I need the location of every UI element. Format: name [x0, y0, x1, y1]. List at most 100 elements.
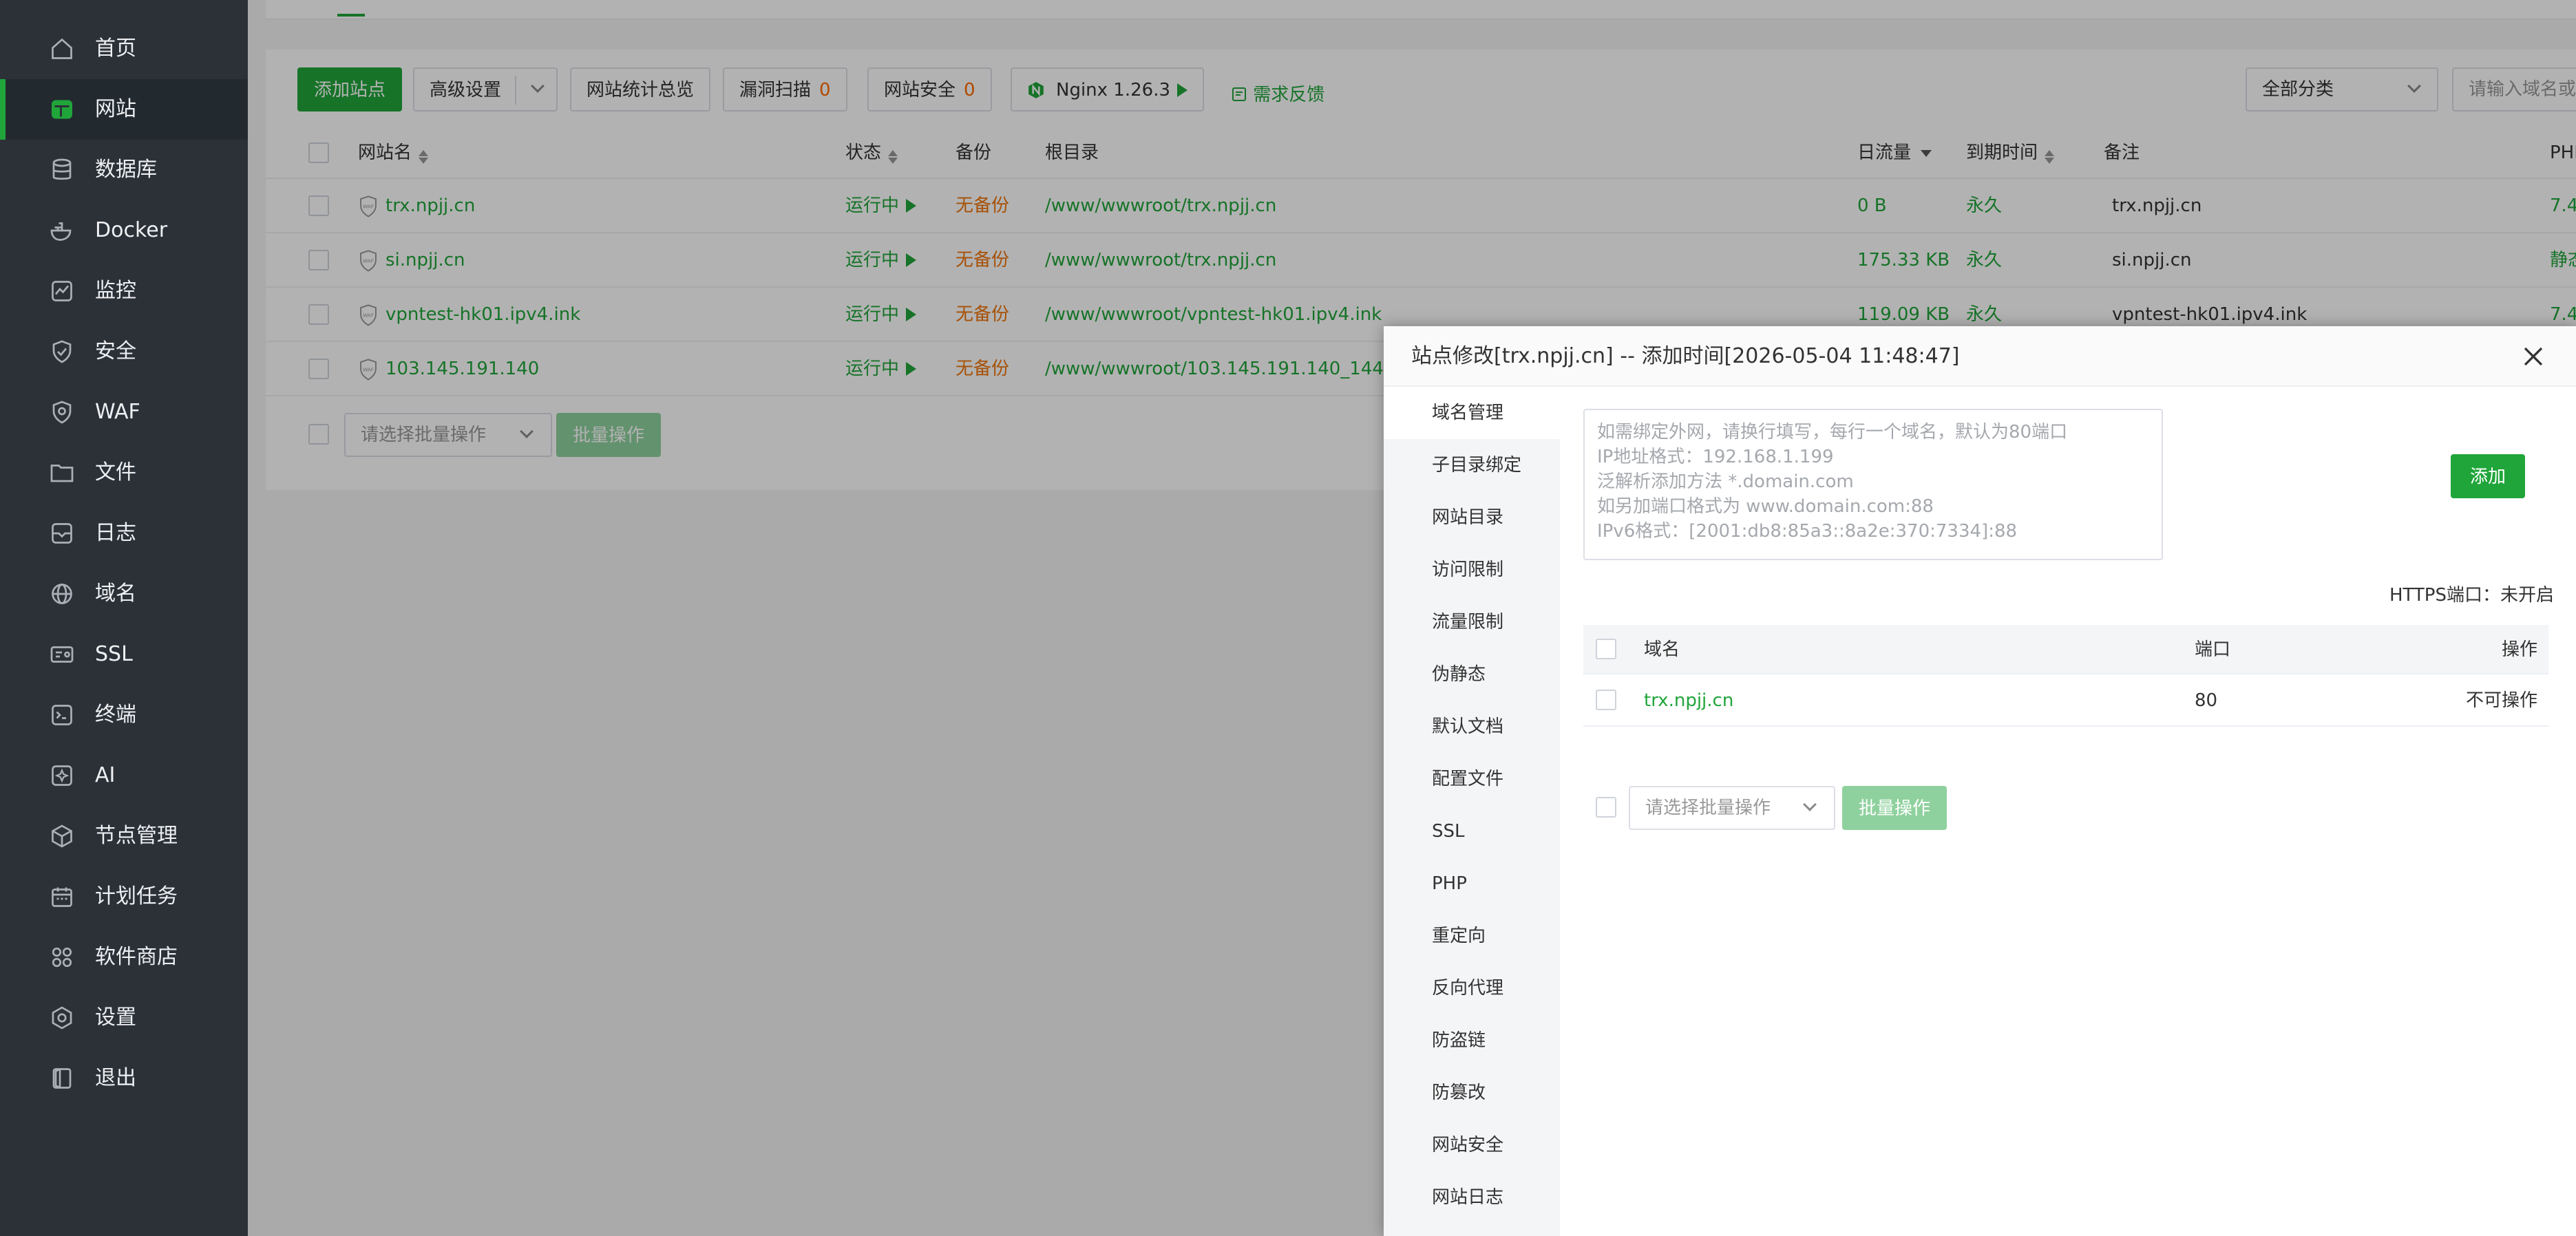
site-edit-dialog: 站点修改[trx.npjj.cn] -- 添加时间[2026-05-04 11:…	[1384, 326, 2576, 1236]
textarea-hint-line: 如另加端口格式为 www.domain.com:88	[1597, 496, 1934, 517]
sidebar-item-label: 网站	[95, 97, 136, 121]
sidebar-item-label: 数据库	[95, 158, 157, 182]
domain-link[interactable]: trx.npjj.cn	[1644, 674, 1733, 727]
sidebar-item-label: 退出	[95, 1066, 136, 1090]
menu-item-site-security[interactable]: 网站安全	[1384, 1119, 1560, 1171]
menu-item-reverse-proxy[interactable]: 反向代理	[1384, 962, 1560, 1014]
docker-icon	[50, 222, 72, 241]
sidebar-item-store[interactable]: 软件商店	[0, 927, 248, 988]
terminal-icon	[52, 705, 72, 725]
domain-row-checkbox[interactable]	[1596, 690, 1616, 710]
domain-port: 80	[2195, 690, 2218, 711]
menu-item-ssl[interactable]: SSL	[1384, 805, 1560, 857]
table-row: trx.npjj.cn 80 不可操作	[1583, 674, 2548, 727]
sidebar-item-label: SSL	[95, 642, 133, 666]
sidebar-item-docker[interactable]: Docker	[0, 200, 248, 261]
domain-batch-checkbox[interactable]	[1596, 797, 1616, 818]
website-icon	[52, 100, 72, 119]
sidebar-item-logout[interactable]: 退出	[0, 1048, 248, 1109]
sidebar-item-label: 首页	[95, 36, 136, 61]
textarea-hint-line: IP地址格式：192.168.1.199	[1597, 447, 1834, 467]
sidebar-item-label: 终端	[95, 703, 136, 727]
folder-icon	[50, 465, 74, 482]
shield-icon	[52, 340, 72, 363]
sidebar-item-label: 监控	[95, 279, 136, 303]
home-icon	[52, 38, 72, 59]
database-icon	[52, 158, 72, 180]
domain-action: 不可操作	[2465, 690, 2537, 711]
add-domain-button[interactable]: 添加	[2451, 454, 2526, 498]
menu-item-domain[interactable]: 域名管理	[1384, 387, 1560, 439]
textarea-hint-line: 泛解析添加方法 *.domain.com	[1597, 471, 1854, 492]
sidebar-item-ssl[interactable]: SSL	[0, 624, 248, 685]
sidebar-item-label: 日志	[95, 521, 136, 545]
menu-item-site-logs[interactable]: 网站日志	[1384, 1171, 1560, 1224]
menu-item-php[interactable]: PHP	[1384, 857, 1560, 910]
sidebar-item-logs[interactable]: 日志	[0, 503, 248, 564]
domain-batch-placeholder: 请选择批量操作	[1645, 798, 1771, 818]
dialog-header: 站点修改[trx.npjj.cn] -- 添加时间[2026-05-04 11:…	[1384, 326, 2576, 387]
sidebar-item-ai[interactable]: AI	[0, 745, 248, 806]
ssl-icon	[50, 646, 74, 663]
menu-item-tamper-proof[interactable]: 防篡改	[1384, 1067, 1560, 1119]
menu-item-default-doc[interactable]: 默认文档	[1384, 701, 1560, 753]
sidebar-item-label: 节点管理	[95, 824, 178, 848]
menu-item-traffic-limit[interactable]: 流量限制	[1384, 596, 1560, 648]
sidebar-item-label: Docker	[95, 218, 168, 242]
sidebar-item-label: 安全	[95, 339, 136, 363]
waf-icon	[52, 401, 72, 424]
sidebar-item-website[interactable]: 网站	[0, 79, 248, 140]
sidebar-item-waf[interactable]: WAF	[0, 382, 248, 443]
domain-textarea[interactable]: 如需绑定外网，请换行填写，每行一个域名，默认为80端口 IP地址格式：192.1…	[1583, 409, 2163, 560]
https-port-status: HTTPS端口：未开启	[2389, 585, 2554, 606]
monitor-icon	[52, 281, 72, 301]
domain-batch-button[interactable]: 批量操作	[1842, 786, 1947, 830]
textarea-hint-line: 如需绑定外网，请换行填写，每行一个域名，默认为80端口	[1597, 422, 2068, 443]
sidebar-item-nodes[interactable]: 节点管理	[0, 806, 248, 866]
sidebar-item-security[interactable]: 安全	[0, 321, 248, 382]
menu-item-hotlink[interactable]: 防盗链	[1384, 1014, 1560, 1067]
sidebar-item-domains[interactable]: 域名	[0, 564, 248, 624]
domain-select-all-checkbox[interactable]	[1596, 639, 1616, 659]
logout-icon	[52, 1068, 72, 1089]
sidebar-item-label: 软件商店	[95, 945, 178, 969]
sidebar-item-label: 文件	[95, 460, 136, 484]
sidebar-item-monitor[interactable]: 监控	[0, 261, 248, 321]
node-icon	[52, 824, 72, 848]
sidebar-item-label: 域名	[95, 582, 136, 606]
ai-icon	[52, 765, 72, 786]
domain-management-panel: 如需绑定外网，请换行填写，每行一个域名，默认为80端口 IP地址格式：192.1…	[1560, 387, 2576, 1236]
sidebar: 首页 网站 数据库 Docker 监控 安全 WAF 文件 日志 域名 SSL	[0, 0, 248, 1236]
sidebar-item-database[interactable]: 数据库	[0, 140, 248, 200]
sidebar-item-label: WAF	[95, 400, 140, 424]
sidebar-item-label: 计划任务	[95, 884, 178, 908]
menu-item-site-dir[interactable]: 网站目录	[1384, 491, 1560, 544]
dialog-menu: 域名管理 子目录绑定 网站目录 访问限制 流量限制 伪静态 默认文档 配置文件 …	[1384, 387, 1560, 1236]
gear-icon	[52, 1006, 72, 1030]
menu-item-subdir[interactable]: 子目录绑定	[1384, 439, 1560, 491]
domain-table-header: 域名 端口 操作	[1583, 625, 2548, 674]
close-icon[interactable]	[2521, 344, 2546, 369]
log-icon	[52, 523, 72, 544]
col-header-domain: 域名	[1644, 639, 1680, 660]
sidebar-item-cron[interactable]: 计划任务	[0, 866, 248, 927]
menu-item-rewrite[interactable]: 伪静态	[1384, 648, 1560, 701]
menu-item-config[interactable]: 配置文件	[1384, 753, 1560, 805]
menu-item-access-limit[interactable]: 访问限制	[1384, 544, 1560, 596]
domain-batch-select[interactable]: 请选择批量操作	[1629, 786, 1835, 830]
sidebar-item-terminal[interactable]: 终端	[0, 685, 248, 745]
menu-item-redirect[interactable]: 重定向	[1384, 910, 1560, 962]
sidebar-item-label: AI	[95, 763, 116, 787]
col-header-action: 操作	[2501, 639, 2537, 660]
textarea-hint-line: IPv6格式：[2001:db8:85a3::8a2e:370:7334]:88	[1597, 521, 2018, 542]
calendar-icon	[52, 887, 72, 907]
globe-icon	[52, 584, 72, 604]
apps-icon	[52, 947, 72, 968]
sidebar-item-label: 设置	[95, 1005, 136, 1030]
sidebar-item-home[interactable]: 首页	[0, 19, 248, 79]
col-header-port: 端口	[2195, 639, 2231, 660]
chevron-down-icon	[1803, 798, 1817, 811]
dialog-title: 站点修改[trx.npjj.cn] -- 添加时间[2026-05-04 11:…	[1411, 344, 1960, 368]
sidebar-item-files[interactable]: 文件	[0, 443, 248, 503]
sidebar-item-settings[interactable]: 设置	[0, 988, 248, 1048]
